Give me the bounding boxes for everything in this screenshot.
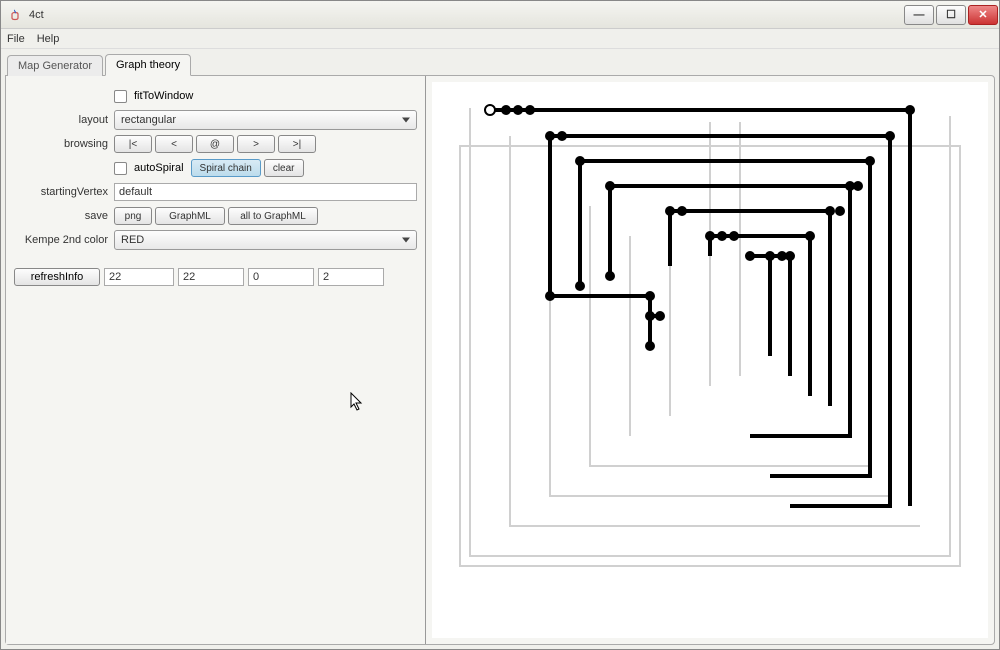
- window-controls: — ☐ ✕: [903, 3, 999, 27]
- browse-prev-button[interactable]: <: [155, 135, 193, 153]
- tab-graph-theory[interactable]: Graph theory: [105, 54, 191, 76]
- layout-label: layout: [14, 114, 114, 126]
- starting-vertex-input[interactable]: default: [114, 183, 417, 201]
- auto-spiral-label: autoSpiral: [134, 162, 184, 174]
- save-graphml-button[interactable]: GraphML: [155, 207, 225, 225]
- minimize-button[interactable]: —: [904, 5, 934, 25]
- left-panel: fitToWindow layout rectangular browsing …: [6, 76, 426, 644]
- titlebar: 4ct — ☐ ✕: [1, 1, 999, 29]
- tab-strip: Map Generator Graph theory: [1, 49, 999, 75]
- info-cell-1[interactable]: 22: [104, 268, 174, 286]
- browse-last-button[interactable]: >|: [278, 135, 316, 153]
- window-title: 4ct: [29, 9, 903, 21]
- refresh-info-button[interactable]: refreshInfo: [14, 268, 100, 286]
- tab-map-generator[interactable]: Map Generator: [7, 55, 103, 76]
- menubar: File Help: [1, 29, 999, 49]
- graph-canvas[interactable]: [432, 82, 988, 638]
- java-icon: [7, 7, 23, 23]
- browse-next-button[interactable]: >: [237, 135, 275, 153]
- clear-button[interactable]: clear: [264, 159, 304, 177]
- maximize-button[interactable]: ☐: [936, 5, 966, 25]
- kempe-label: Kempe 2nd color: [14, 234, 114, 246]
- auto-spiral-checkbox[interactable]: [114, 162, 127, 175]
- info-cell-3[interactable]: 0: [248, 268, 314, 286]
- content-area: fitToWindow layout rectangular browsing …: [5, 75, 995, 645]
- info-cell-2[interactable]: 22: [178, 268, 244, 286]
- save-all-graphml-button[interactable]: all to GraphML: [228, 207, 318, 225]
- menu-file[interactable]: File: [7, 33, 25, 45]
- fit-to-window-checkbox[interactable]: [114, 90, 127, 103]
- save-png-button[interactable]: png: [114, 207, 152, 225]
- browsing-label: browsing: [14, 138, 114, 150]
- spiral-chain-button[interactable]: Spiral chain: [191, 159, 261, 177]
- save-label: save: [14, 210, 114, 222]
- info-cell-4[interactable]: 2: [318, 268, 384, 286]
- starting-vertex-label: startingVertex: [14, 186, 114, 198]
- close-button[interactable]: ✕: [968, 5, 998, 25]
- browse-first-button[interactable]: |<: [114, 135, 152, 153]
- app-window: 4ct — ☐ ✕ File Help Map Generator Graph …: [0, 0, 1000, 650]
- layout-combo[interactable]: rectangular: [114, 110, 417, 130]
- kempe-combo[interactable]: RED: [114, 230, 417, 250]
- menu-help[interactable]: Help: [37, 33, 60, 45]
- fit-to-window-label: fitToWindow: [134, 90, 193, 102]
- browse-at-button[interactable]: @: [196, 135, 234, 153]
- info-row: refreshInfo 22 22 0 2: [14, 268, 417, 286]
